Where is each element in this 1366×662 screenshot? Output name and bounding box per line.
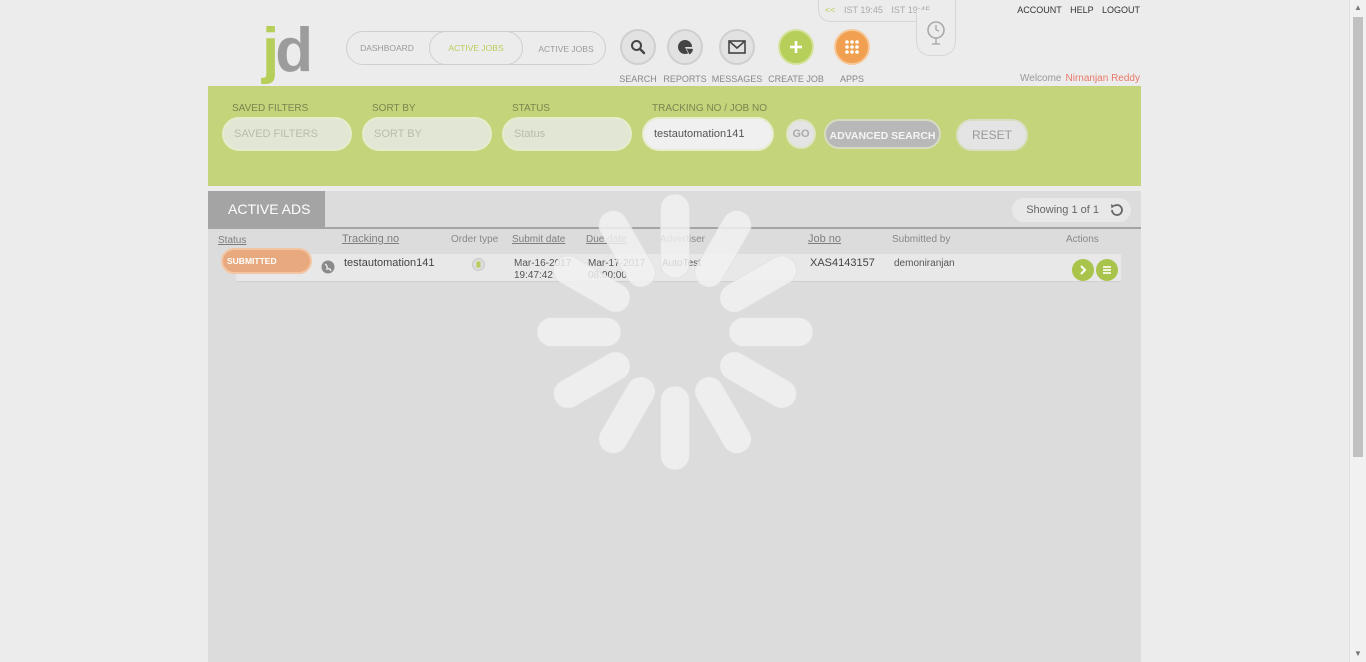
create-job-label: CREATE JOB [768, 74, 824, 84]
reports-label: REPORTS [663, 74, 707, 84]
logout-link[interactable]: LOGOUT [1102, 5, 1140, 15]
timezone-time-1: IST 19:45 [844, 5, 883, 15]
logo-j: j [262, 16, 279, 85]
col-job-no[interactable]: Job no [808, 233, 841, 245]
open-job-button[interactable] [1072, 259, 1094, 281]
search-icon [631, 40, 646, 55]
jd-logo[interactable]: jd [262, 20, 313, 82]
due-date-value: Mar-17-2017 08:00:00 [588, 258, 645, 282]
reports-button[interactable] [667, 29, 703, 65]
scroll-thumb[interactable] [1353, 17, 1363, 457]
chevron-right-icon [1080, 265, 1087, 275]
search-tool[interactable]: SEARCH [619, 29, 657, 84]
menu-icon [1103, 266, 1111, 274]
order-type-icon [472, 258, 485, 271]
scroll-down-arrow-icon[interactable]: ▼ [1350, 646, 1366, 662]
tab-active-jobs-2[interactable]: ACTIVE JOBS [525, 33, 607, 65]
tracking-label: TRACKING NO / JOB NO [652, 103, 768, 114]
logo-d: d [275, 16, 313, 85]
sort-by-label: SORT BY [372, 103, 416, 114]
create-job-tool[interactable]: CREATE JOB [768, 29, 824, 84]
welcome-user[interactable]: Nirnanjan Reddy [1066, 73, 1141, 84]
search-button[interactable] [620, 29, 656, 65]
active-ads-panel: ACTIVE ADS Showing 1 of 1 Status Trackin… [208, 191, 1141, 662]
filter-bar: SAVED FILTERS SAVED FILTERS SORT BY SORT… [208, 86, 1141, 186]
tracking-input[interactable]: testautomation141 [642, 117, 774, 151]
status-label: STATUS [512, 103, 550, 114]
account-links: ACCOUNT HELP LOGOUT [1011, 5, 1140, 15]
scroll-up-arrow-icon[interactable]: ▲ [1350, 0, 1366, 16]
job-no-value[interactable]: XAS4143157 [810, 257, 875, 269]
submitted-by-value: demoniranjan [894, 258, 955, 269]
active-ads-tab[interactable]: ACTIVE ADS [208, 191, 325, 228]
due-date: Mar-17-2017 [588, 258, 646, 269]
apps-button[interactable] [834, 29, 870, 65]
search-label: SEARCH [619, 74, 657, 84]
go-button[interactable]: GO [786, 119, 816, 149]
plus-icon [790, 41, 802, 53]
tracking-no-value[interactable]: testautomation141 [344, 257, 435, 269]
col-submit-date[interactable]: Submit date [512, 234, 565, 245]
submit-date: Mar-16-2017 [514, 258, 572, 269]
saved-filters-select[interactable]: SAVED FILTERS [222, 117, 352, 151]
tab-active-jobs[interactable]: ACTIVE JOBS [429, 31, 523, 65]
messages-label: MESSAGES [711, 74, 763, 84]
saved-filters-label: SAVED FILTERS [232, 103, 309, 114]
clock-icon [927, 20, 945, 45]
clock-toggle[interactable] [916, 10, 956, 56]
messages-button[interactable] [719, 29, 755, 65]
showing-text: Showing 1 of 1 [1026, 204, 1099, 216]
page-scrollbar[interactable]: ▲ ▼ [1349, 0, 1366, 662]
welcome-message: Welcome Nirnanjan Reddy [1020, 73, 1140, 84]
submit-date-value: Mar-16-2017 19:47:42 [514, 258, 571, 282]
messages-tool[interactable]: MESSAGES [712, 29, 762, 84]
reports-tool[interactable]: REPORTS [663, 29, 707, 84]
refresh-icon[interactable] [1109, 202, 1125, 218]
apps-tool[interactable]: APPS [834, 29, 870, 84]
due-time: 08:00:00 [588, 270, 627, 281]
tab-dashboard[interactable]: DASHBOARD [347, 32, 427, 64]
main-nav: DASHBOARD ACTIVE JOBS ACTIVE JOBS [346, 31, 606, 65]
globe-icon [321, 260, 335, 274]
advertiser-value: AutoTest [662, 258, 701, 269]
envelope-icon [728, 40, 746, 54]
col-status[interactable]: Status [218, 235, 246, 246]
col-due-date[interactable]: Due date [586, 234, 627, 245]
submit-time: 19:47:42 [514, 270, 553, 281]
col-tracking-no[interactable]: Tracking no [342, 233, 399, 245]
advanced-search-button[interactable]: ADVANCED SEARCH [824, 119, 941, 149]
pagination-status: Showing 1 of 1 [1012, 198, 1131, 222]
status-badge: SUBMITTED [221, 248, 312, 274]
col-order-type: Order type [451, 234, 499, 245]
reset-button[interactable]: RESET [956, 119, 1028, 151]
status-select[interactable]: Status [502, 117, 632, 151]
apps-grid-icon [845, 40, 859, 54]
col-advertiser: Advertiser [660, 234, 706, 245]
apps-label: APPS [839, 74, 865, 84]
col-actions: Actions [1066, 234, 1099, 245]
job-menu-button[interactable] [1096, 259, 1118, 281]
create-job-button[interactable] [778, 29, 814, 65]
col-submitted-by: Submitted by [892, 234, 951, 245]
timezone-back-link[interactable]: << [825, 5, 836, 15]
reports-icon [678, 40, 693, 55]
sort-by-select[interactable]: SORT BY [362, 117, 492, 151]
help-link[interactable]: HELP [1070, 5, 1093, 15]
account-link[interactable]: ACCOUNT [1017, 5, 1061, 15]
welcome-prefix: Welcome [1020, 73, 1062, 84]
panel-divider [208, 227, 1141, 229]
